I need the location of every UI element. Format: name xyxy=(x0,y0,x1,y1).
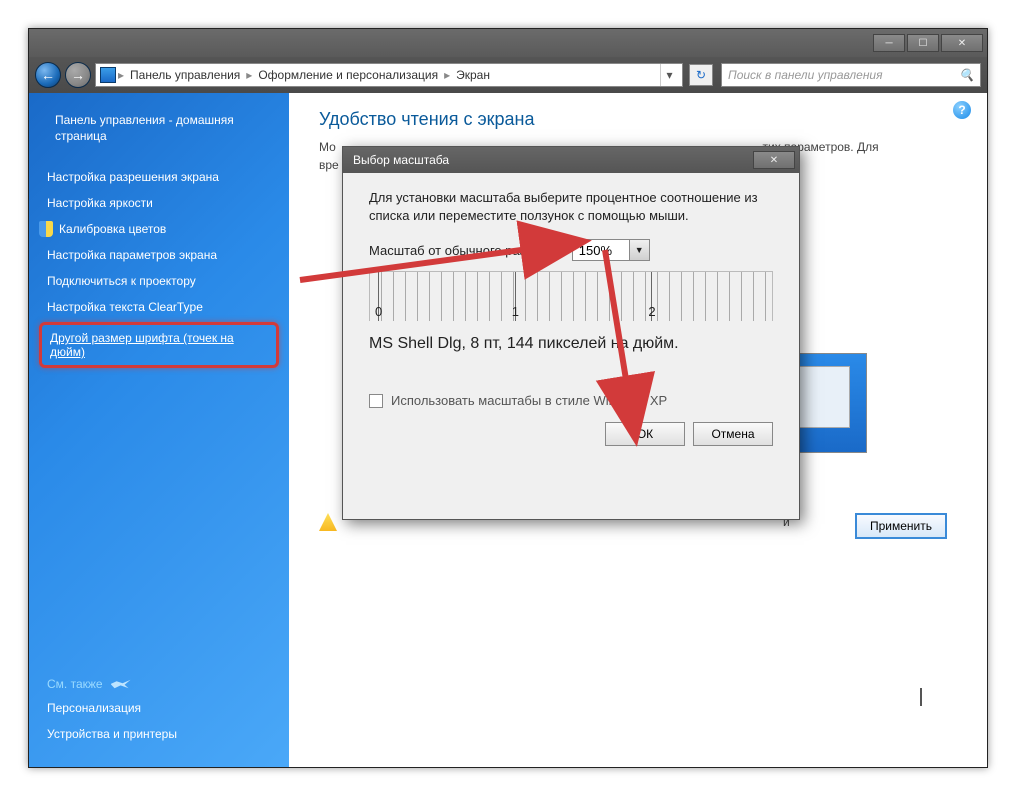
dialog-instruction: Для установки масштаба выберите процентн… xyxy=(369,189,773,225)
sidebar-item-cleartype[interactable]: Настройка текста ClearType xyxy=(39,294,279,320)
close-button[interactable]: ✕ xyxy=(941,34,983,52)
dialog-close-button[interactable]: ✕ xyxy=(753,151,795,169)
warning-icon xyxy=(319,513,337,531)
sidebar-item-dpi[interactable]: Другой размер шрифта (точек на дюйм) xyxy=(48,329,270,361)
address-bar[interactable]: ▸ Панель управления ▸ Оформление и персо… xyxy=(95,63,683,87)
back-button[interactable]: ← xyxy=(35,62,61,88)
sidebar-item-brightness[interactable]: Настройка яркости xyxy=(39,190,279,216)
address-dropdown[interactable]: ▾ xyxy=(660,64,678,86)
xp-style-checkbox[interactable] xyxy=(369,394,383,408)
ok-button[interactable]: ОК xyxy=(605,422,685,446)
scale-dialog: Выбор масштаба ✕ Для установки масштаба … xyxy=(342,146,800,520)
scale-combobox[interactable]: ▼ xyxy=(572,239,650,261)
forward-button[interactable]: → xyxy=(65,62,91,88)
bird-icon xyxy=(111,677,131,691)
apply-button[interactable]: Применить xyxy=(855,513,947,539)
help-icon[interactable]: ? xyxy=(953,101,971,119)
sidebar-footer-devices[interactable]: Устройства и принтеры xyxy=(39,721,279,747)
sidebar-item-calibration[interactable]: Калибровка цветов xyxy=(59,216,174,242)
dialog-titlebar[interactable]: Выбор масштаба ✕ xyxy=(343,147,799,173)
scale-ruler[interactable]: 0 1 2 xyxy=(369,271,773,321)
maximize-button[interactable]: ☐ xyxy=(907,34,939,52)
sidebar: Панель управления - домашняя страница На… xyxy=(29,93,289,767)
sidebar-home-link[interactable]: Панель управления - домашняя страница xyxy=(39,107,279,150)
breadcrumb-item[interactable]: Экран xyxy=(452,68,494,82)
chevron-right-icon: ▸ xyxy=(444,68,450,82)
sidebar-item-resolution[interactable]: Настройка разрешения экрана xyxy=(39,164,279,190)
text-cursor-icon xyxy=(920,688,922,706)
sidebar-item-dpi-highlighted: Другой размер шрифта (точек на дюйм) xyxy=(39,322,279,368)
checkbox-label: Использовать масштабы в стиле Windows XP xyxy=(391,393,667,408)
titlebar: ─ ☐ ✕ xyxy=(29,29,987,57)
search-placeholder: Поиск в панели управления xyxy=(728,68,883,82)
search-input[interactable]: Поиск в панели управления 🔍 xyxy=(721,63,981,87)
breadcrumb-item[interactable]: Панель управления xyxy=(126,68,244,82)
sample-text: MS Shell Dlg, 8 пт, 144 пикселей на дюйм… xyxy=(369,335,773,353)
shield-icon xyxy=(39,221,53,237)
dialog-title: Выбор масштаба xyxy=(353,153,449,167)
sidebar-item-display-settings[interactable]: Настройка параметров экрана xyxy=(39,242,279,268)
page-title: Удобство чтения с экрана xyxy=(319,109,957,130)
scale-label: Масштаб от обычного размера: xyxy=(369,243,560,258)
breadcrumb-item[interactable]: Оформление и персонализация xyxy=(254,68,442,82)
search-icon: 🔍 xyxy=(959,68,974,82)
scale-input[interactable] xyxy=(573,240,629,260)
chevron-right-icon: ▸ xyxy=(118,68,124,82)
dropdown-button[interactable]: ▼ xyxy=(629,240,649,260)
cancel-button[interactable]: Отмена xyxy=(693,422,773,446)
chevron-right-icon: ▸ xyxy=(246,68,252,82)
sidebar-item-projector[interactable]: Подключиться к проектору xyxy=(39,268,279,294)
control-panel-icon xyxy=(100,67,116,83)
navigation-bar: ← → ▸ Панель управления ▸ Оформление и п… xyxy=(29,57,987,93)
sidebar-footer-personalization[interactable]: Персонализация xyxy=(39,695,279,721)
minimize-button[interactable]: ─ xyxy=(873,34,905,52)
see-also-heading: См. также xyxy=(39,677,279,691)
refresh-button[interactable]: ↻ xyxy=(689,64,713,86)
